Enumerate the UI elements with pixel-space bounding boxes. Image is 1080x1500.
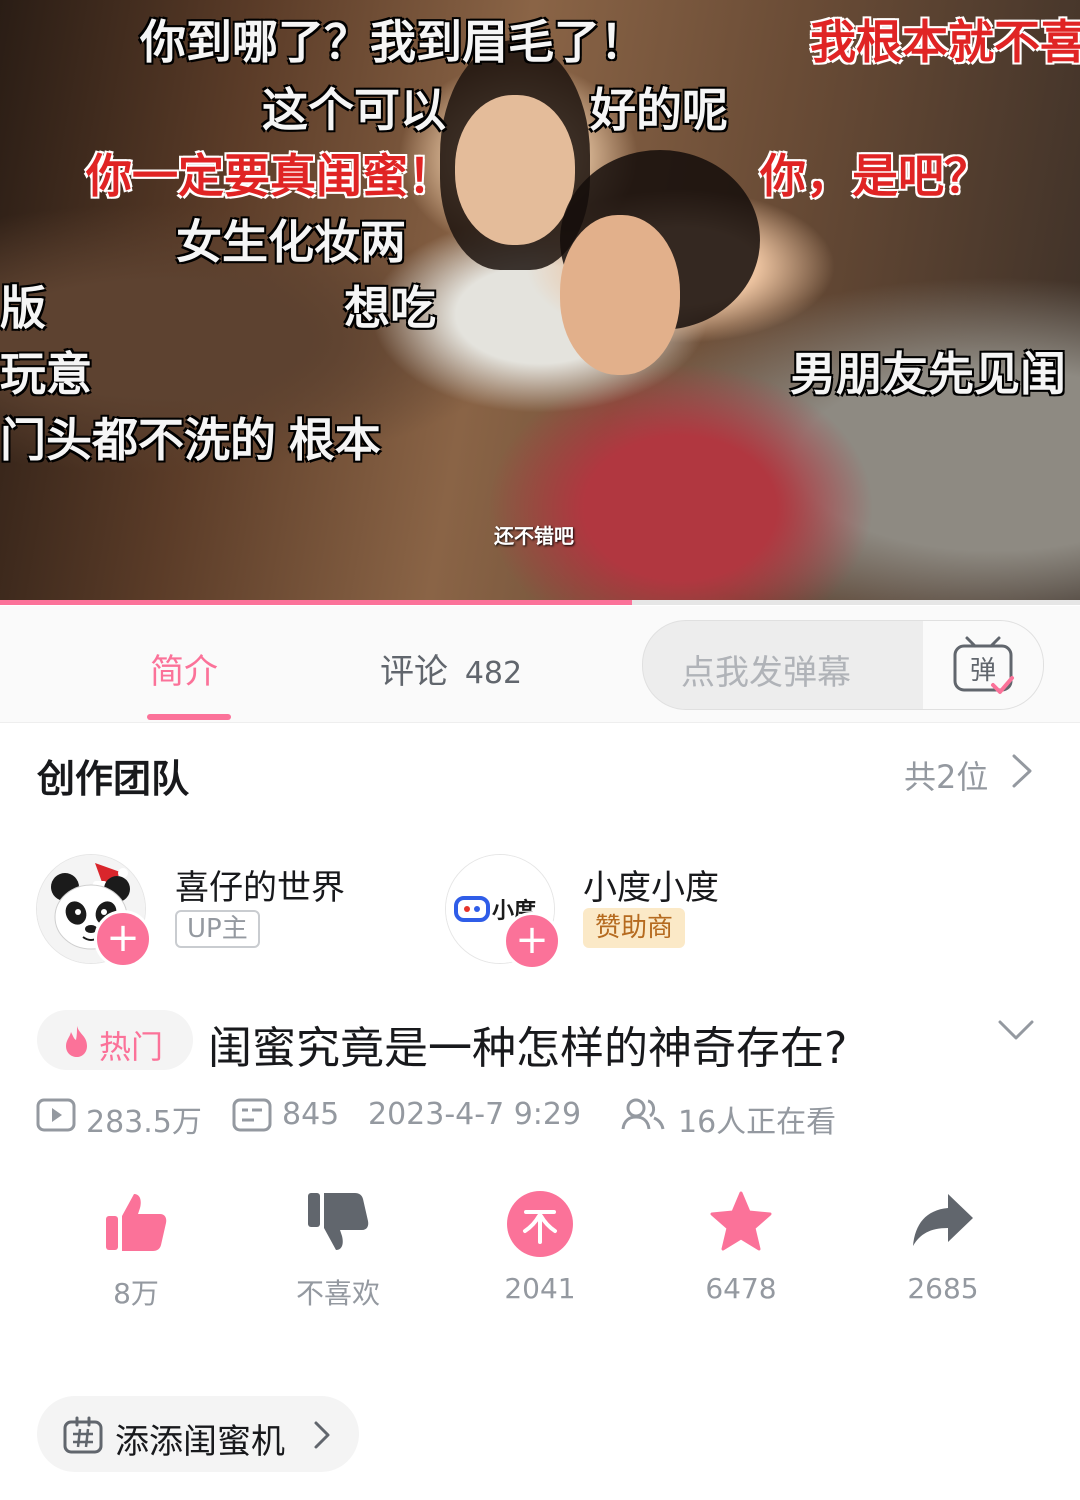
- tab-active-indicator: [147, 714, 231, 720]
- danmaku-comment: 玩意: [0, 348, 92, 400]
- chevron-down-icon[interactable]: [996, 1014, 1036, 1044]
- chevron-right-icon[interactable]: [1010, 752, 1034, 790]
- topic-hash-icon: [63, 1416, 103, 1454]
- plus-icon: +: [515, 917, 549, 963]
- danmaku-toggle-char: 弹: [970, 656, 996, 686]
- creator-team-title: 创作团队: [37, 757, 190, 801]
- follow-sponsor-button[interactable]: +: [503, 912, 561, 970]
- danmaku-input-placeholder: 点我发弹幕: [681, 653, 851, 693]
- chevron-right-icon: [314, 1421, 330, 1449]
- video-progress-fill: [0, 600, 632, 605]
- danmaku-comment: 这个可以: [262, 84, 446, 136]
- danmaku-comment: 我根本就不喜: [810, 16, 1080, 68]
- watching-icon: [621, 1098, 665, 1130]
- like-icon[interactable]: [104, 1190, 168, 1254]
- danmaku-input[interactable]: 点我发弹幕 弹: [642, 620, 1044, 710]
- coin-count: 2041: [504, 1272, 576, 1305]
- video-progress-bar[interactable]: [0, 600, 1080, 605]
- play-icon: [36, 1098, 76, 1132]
- danmaku-comment: 男朋友先见闺: [790, 348, 1066, 400]
- coin-icon[interactable]: [506, 1190, 574, 1258]
- danmaku-comment: 版: [0, 282, 46, 334]
- danmaku-comment: 你到哪了？我到眉毛了！: [140, 16, 646, 68]
- member-name-sponsor[interactable]: 小度小度: [583, 860, 719, 909]
- flame-icon: [66, 1026, 87, 1057]
- watching-count: 16人正在看: [678, 1105, 837, 1140]
- topic-tag[interactable]: 添添闺蜜机: [37, 1396, 359, 1472]
- favorite-count: 6478: [705, 1272, 777, 1305]
- tab-comments-label: 评论: [380, 652, 448, 692]
- dislike-icon[interactable]: [306, 1190, 370, 1254]
- view-count: 283.5万: [86, 1105, 202, 1140]
- like-count: 8万: [113, 1277, 159, 1310]
- danmaku-comment: 门头都不洗的 根本: [0, 414, 381, 466]
- favorite-icon[interactable]: [708, 1190, 774, 1254]
- video-title: 闺蜜究竟是一种怎样的神奇存在?: [208, 1023, 848, 1074]
- follow-up-button[interactable]: +: [94, 910, 152, 968]
- danmaku-count-icon: [232, 1098, 272, 1132]
- danmaku-comment: 女生化妆两: [176, 216, 406, 268]
- topic-label: 添添闺蜜机: [115, 1422, 285, 1462]
- danmaku-comment: 你，是吧？: [760, 150, 990, 202]
- danmaku-toggle-icon: 弹: [953, 636, 1014, 694]
- publish-date: 2023-4-7 9:29: [368, 1097, 582, 1132]
- danmaku-toggle-button[interactable]: 弹: [923, 621, 1043, 709]
- share-count: 2685: [907, 1272, 979, 1305]
- danmaku-comment: 想吃: [344, 282, 436, 334]
- tab-comments[interactable]: 评论 482: [380, 644, 522, 693]
- tab-comments-count: 482: [464, 656, 523, 691]
- danmaku-comment: 你一定要真闺蜜！: [86, 150, 454, 202]
- dislike-label: 不喜欢: [295, 1277, 380, 1310]
- video-subtitle: 还不错吧: [494, 524, 574, 548]
- creator-team-count[interactable]: 共2位: [904, 752, 988, 798]
- share-icon[interactable]: [910, 1190, 976, 1250]
- video-figure: [560, 215, 680, 375]
- hot-badge[interactable]: 热门: [37, 1010, 193, 1070]
- role-badge-sponsor: 赞助商: [583, 908, 686, 948]
- danmaku-comment: 好的呢: [590, 84, 728, 136]
- video-player[interactable]: 你到哪了？我到眉毛了！ 我根本就不喜 这个可以 好的呢 你一定要真闺蜜！ 你，是…: [0, 0, 1080, 605]
- tab-bar: 简介 评论 482 点我发弹幕 弹: [0, 606, 1080, 723]
- tab-intro[interactable]: 简介: [150, 644, 218, 693]
- video-figure: [455, 95, 575, 245]
- member-name-up[interactable]: 喜仔的世界: [175, 860, 345, 909]
- hot-label: 热门: [99, 1028, 164, 1066]
- plus-icon: +: [106, 915, 140, 961]
- role-badge-up: UP主: [175, 910, 260, 948]
- danmaku-count: 845: [282, 1097, 340, 1132]
